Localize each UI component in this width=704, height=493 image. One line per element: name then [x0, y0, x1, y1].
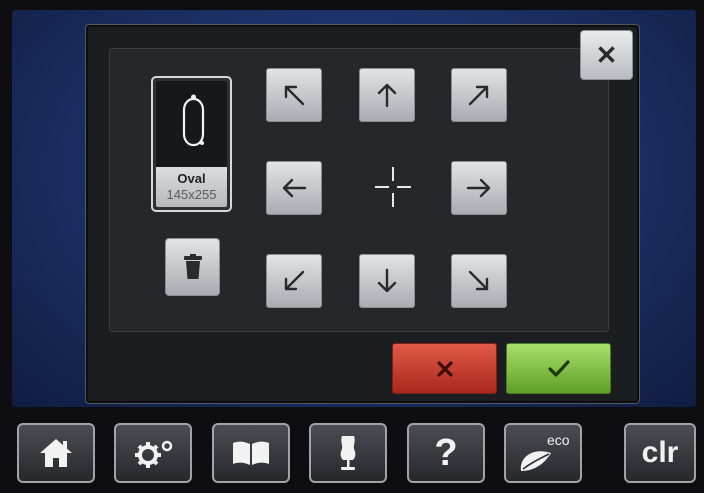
hoop-selection-tile[interactable]: Oval 145x255 [151, 76, 232, 212]
cancel-button[interactable] [392, 343, 497, 394]
move-down-left-button[interactable] [266, 254, 322, 308]
consultant-button[interactable] [309, 423, 387, 483]
move-down-button[interactable] [359, 254, 415, 308]
close-button[interactable]: ✕ [580, 30, 633, 80]
move-up-right-button[interactable] [451, 68, 507, 122]
hoop-preview [156, 81, 227, 167]
hoop-label-area: Oval 145x255 [156, 167, 227, 207]
move-right-button[interactable] [451, 161, 507, 215]
clr-icon: clr [641, 436, 679, 469]
home-button[interactable] [17, 423, 95, 483]
move-up-left-button[interactable] [266, 68, 322, 122]
eco-button[interactable]: eco [504, 423, 582, 483]
trash-icon [183, 254, 202, 279]
confirm-button[interactable] [506, 343, 611, 394]
delete-button[interactable] [165, 238, 220, 296]
tutorial-button[interactable] [212, 423, 290, 483]
book-icon [233, 441, 269, 465]
help-icon: ? [434, 431, 458, 474]
arrow-down-left-icon [284, 270, 305, 291]
move-down-right-button[interactable] [451, 254, 507, 308]
eco-leaf-icon: eco [520, 432, 570, 471]
oval-hoop-icon [182, 94, 205, 147]
arrow-up-left-icon [284, 85, 305, 106]
home-icon [40, 439, 72, 467]
arrow-up-right-icon [468, 85, 489, 106]
check-icon [547, 359, 570, 377]
crosshair-icon [375, 167, 411, 207]
arrow-right-icon [466, 178, 491, 198]
dress-form-icon [340, 436, 356, 470]
arrow-down-right-icon [468, 270, 489, 291]
gear-icon [135, 440, 173, 468]
hoop-size: 145x255 [166, 187, 217, 202]
clear-button[interactable]: clr [624, 423, 696, 483]
settings-button[interactable] [114, 423, 192, 483]
arrow-left-icon [282, 178, 307, 198]
eco-label: eco [547, 432, 570, 448]
x-icon [436, 360, 453, 377]
move-left-button[interactable] [266, 161, 322, 215]
hoop-name: Oval [177, 171, 206, 186]
move-up-button[interactable] [359, 68, 415, 122]
help-button[interactable]: ? [407, 423, 485, 483]
arrow-up-icon [377, 83, 397, 108]
close-icon: ✕ [595, 39, 618, 70]
arrow-down-icon [377, 268, 397, 293]
